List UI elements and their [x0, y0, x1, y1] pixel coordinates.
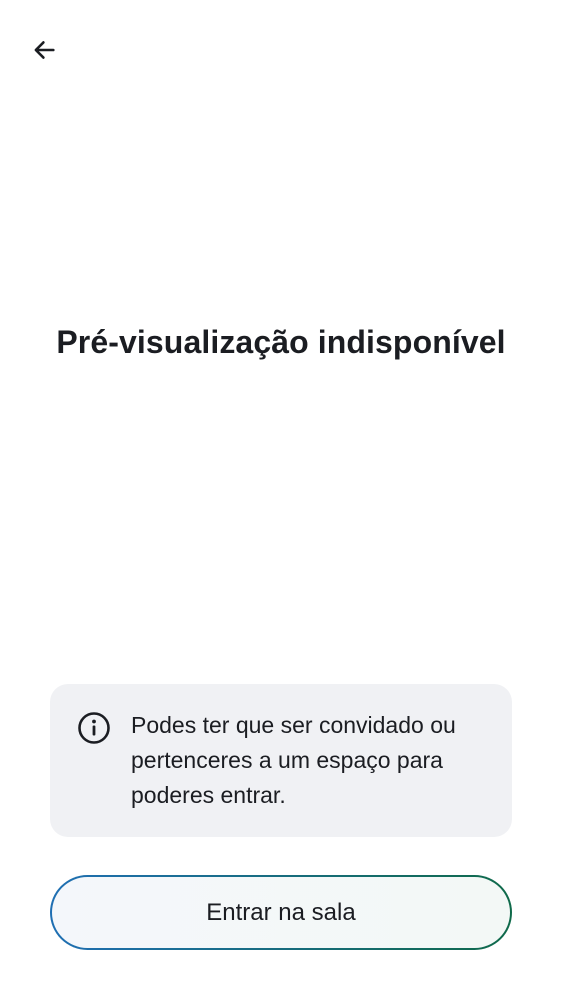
info-notice-card: Podes ter que ser convidado ou pertencer…: [50, 684, 512, 837]
page-title: Pré-visualização indisponível: [56, 324, 506, 360]
arrow-left-icon: [30, 36, 58, 64]
info-icon: [76, 710, 112, 746]
info-notice-text: Podes ter que ser convidado ou pertencer…: [131, 712, 456, 808]
join-room-button[interactable]: Entrar na sala: [50, 875, 512, 950]
back-button[interactable]: [22, 28, 66, 72]
join-room-label: Entrar na sala: [206, 898, 356, 926]
